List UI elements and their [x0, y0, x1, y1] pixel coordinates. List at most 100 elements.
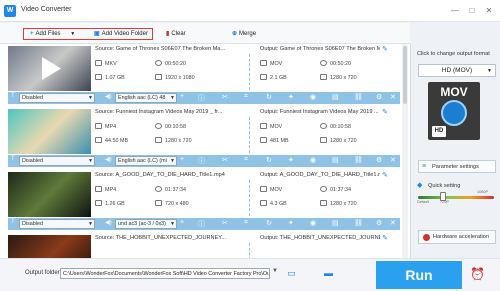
file-info: Source: A_GOOD_DAY_TO_DIE_HARD_Title1.mp…	[92, 170, 398, 217]
audio-select[interactable]: English aac (LC) (mi ▼	[115, 156, 177, 166]
info-icon[interactable]: ⓘ	[198, 219, 205, 229]
audio-icon: ◀)	[105, 220, 112, 226]
bottom-bar: Output folder: C:\Users\WonderFox\Docume…	[0, 258, 500, 291]
audio-icon: ◀)	[105, 157, 112, 163]
close-icon[interactable]: ✕	[482, 4, 496, 17]
watermark-icon[interactable]: ◉	[310, 156, 316, 164]
highlight-box	[23, 28, 153, 40]
info-icon[interactable]: ⓘ	[198, 93, 205, 103]
crop-icon[interactable]: ⌗	[244, 93, 248, 101]
src-size-text: 1.07 GB	[105, 75, 125, 81]
status-dot-icon	[423, 234, 430, 241]
scrollbar-thumb[interactable]	[403, 46, 407, 104]
alarm-clock-icon[interactable]: ⏰	[470, 267, 485, 281]
add-audio-icon[interactable]: +	[180, 93, 184, 100]
subtitle-edit-icon[interactable]: ▤	[332, 219, 339, 227]
minimize-icon[interactable]: —	[448, 4, 462, 17]
rotate-icon[interactable]: ↻	[266, 219, 272, 227]
open-folder-icon[interactable]: ▬	[323, 268, 334, 278]
video-thumbnail[interactable]	[8, 109, 91, 154]
effects-icon[interactable]: ✦	[288, 93, 294, 101]
watermark-icon[interactable]: ◉	[310, 219, 316, 227]
format-icon	[260, 60, 267, 66]
subtitle-select[interactable]: Disabled ▼	[19, 219, 95, 229]
parameter-settings-button[interactable]: ≡ Parameter settings	[418, 160, 496, 173]
src-size: 1.26 GB	[95, 200, 125, 207]
effects-icon[interactable]: ✦	[288, 156, 294, 164]
remove-icon[interactable]: ✕	[390, 219, 396, 227]
src-resolution-text: 720 x 480	[165, 201, 189, 207]
mov-format-icon[interactable]: MOV HD	[428, 82, 480, 140]
chevron-down-icon[interactable]: ▼	[272, 268, 278, 274]
output-folder-field[interactable]: C:\Users\WonderFox\Documents\WonderFox S…	[60, 268, 270, 279]
out-format-text: MOV	[270, 124, 283, 130]
link-icon[interactable]: ⛓	[354, 219, 363, 227]
remove-icon[interactable]: ✕	[390, 156, 396, 164]
src-format: MP4	[95, 123, 116, 130]
watermark-icon[interactable]: ◉	[310, 93, 316, 101]
out-format: MOV	[260, 123, 282, 130]
edit-pen-icon[interactable]: ✎	[382, 45, 388, 53]
quality-slider-track[interactable]	[418, 196, 494, 199]
hardware-acceleration-toggle[interactable]: Hardware acceleration	[418, 230, 496, 244]
file-row[interactable]: Source: THE_HOBBIT_UNEXPECTED_JOURNEY...…	[0, 233, 400, 258]
trim-icon[interactable]: ✂	[222, 156, 228, 164]
file-row[interactable]: Source: A_GOOD_DAY_TO_DIE_HARD_Title1.mp…	[0, 170, 400, 233]
src-duration-text: 00:10:58	[165, 124, 186, 130]
trim-icon[interactable]: ✂	[222, 219, 228, 227]
format-icon	[260, 186, 267, 192]
crop-icon[interactable]: ⌗	[244, 219, 248, 227]
edit-pen-icon[interactable]: ✎	[382, 108, 388, 116]
file-row[interactable]: Source: Funniest Instagram Videos May 20…	[0, 107, 400, 170]
title-bar: W Video Converter — □ ✕	[0, 0, 500, 22]
rotate-icon[interactable]: ↻	[266, 93, 272, 101]
remove-icon[interactable]: ✕	[390, 93, 396, 101]
run-button[interactable]: Run	[376, 261, 462, 289]
audio-select[interactable]: und ac3 (ac-3 / 0x3) ▼	[115, 219, 177, 229]
file-row[interactable]: Source: Game of Thrones S06E07 The Broke…	[0, 44, 400, 107]
out-format: MOV	[260, 186, 282, 193]
subtitle-select[interactable]: Disabled ▼	[19, 93, 95, 103]
output-format-select[interactable]: HD (MOV) ▼	[418, 64, 496, 77]
settings-icon[interactable]: ⚙	[376, 219, 382, 227]
subtitle-value: Disabled	[22, 158, 43, 164]
file-list: Source: Game of Thrones S06E07 The Broke…	[0, 44, 410, 258]
link-icon[interactable]: ⛓	[354, 156, 363, 164]
out-size-text: 481 MB	[270, 138, 289, 144]
trim-icon[interactable]: ✂	[222, 93, 228, 101]
browse-folder-icon[interactable]: ▭	[286, 268, 297, 278]
out-duration: 00:50:20	[320, 60, 351, 67]
clock-icon	[320, 60, 327, 66]
output-filename: Output: Game of Thrones S06E07 The Broke…	[260, 46, 380, 52]
src-duration: 00:10:58	[155, 123, 186, 130]
crop-icon[interactable]: ⌗	[244, 156, 248, 164]
file-info: Source: Funniest Instagram Videos May 20…	[92, 107, 398, 154]
video-thumbnail[interactable]	[8, 235, 91, 258]
clear-button[interactable]: ▮ Clear	[166, 28, 186, 40]
rotate-icon[interactable]: ↻	[266, 156, 272, 164]
file-size-icon	[95, 137, 102, 143]
add-audio-icon[interactable]: +	[180, 219, 184, 226]
video-thumbnail[interactable]	[8, 172, 91, 217]
effects-icon[interactable]: ✦	[288, 219, 294, 227]
maximize-icon[interactable]: □	[465, 4, 479, 17]
subtitle-select[interactable]: Disabled ▼	[19, 156, 95, 166]
info-icon[interactable]: ⓘ	[198, 156, 205, 166]
edit-pen-icon[interactable]: ✎	[382, 171, 388, 179]
file-size-icon	[260, 74, 267, 80]
settings-icon[interactable]: ⚙	[376, 156, 382, 164]
output-format-hint: Click to change output format	[417, 51, 490, 57]
settings-icon[interactable]: ⚙	[376, 93, 382, 101]
play-icon[interactable]	[8, 46, 91, 91]
link-icon[interactable]: ⛓	[354, 93, 363, 101]
merge-button[interactable]: ⊕ Merge	[232, 28, 256, 40]
subtitle-edit-icon[interactable]: ▤	[332, 93, 339, 101]
out-size: 2.1 GB	[260, 74, 287, 81]
add-audio-icon[interactable]: +	[180, 156, 184, 163]
audio-select[interactable]: English aac (LC) 48 ▼	[115, 93, 177, 103]
output-format-panel: Click to change output format HD (MOV) ▼…	[410, 44, 500, 258]
edit-pen-icon[interactable]: ✎	[382, 234, 388, 242]
scrollbar[interactable]	[402, 44, 408, 258]
video-thumbnail[interactable]	[8, 46, 91, 91]
subtitle-edit-icon[interactable]: ▤	[332, 156, 339, 164]
